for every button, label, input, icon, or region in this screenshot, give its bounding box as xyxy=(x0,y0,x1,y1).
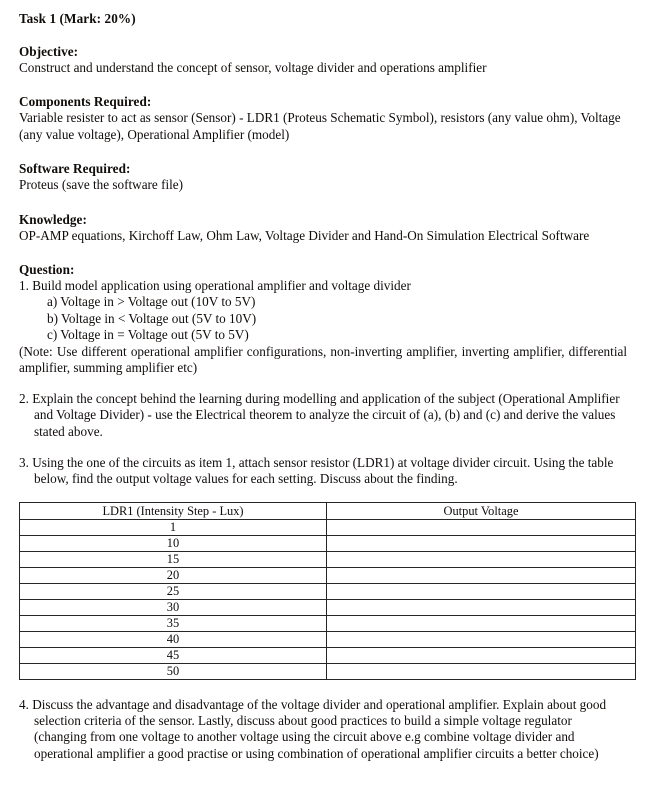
cell-ldr1-value: 40 xyxy=(19,630,327,648)
section-components-required: Components Required: Variable resister t… xyxy=(19,94,627,143)
table-row: 10 xyxy=(19,534,636,552)
ldr-output-voltage-table: LDR1 (Intensity Step - Lux) Output Volta… xyxy=(19,501,636,680)
cell-output-voltage[interactable] xyxy=(326,630,636,648)
section-heading-software-required: Software Required: xyxy=(19,161,131,177)
section-body-knowledge: OP-AMP equations, Kirchoff Law, Ohm Law,… xyxy=(19,227,590,243)
cell-ldr1-value: 15 xyxy=(19,550,327,568)
document-page: Task 1 (Mark: 20%) Objective: Construct … xyxy=(0,0,665,794)
question-item-1-sub-a: a) Voltage in > Voltage out (10V to 5V) xyxy=(47,294,256,310)
cell-output-voltage[interactable] xyxy=(326,566,636,584)
cell-output-voltage[interactable] xyxy=(326,614,636,632)
table-row: 20 xyxy=(19,566,636,584)
question-item-4: 4. Discuss the advantage and disadvantag… xyxy=(19,696,607,761)
table-row: 45 xyxy=(19,646,636,664)
section-heading-components-required: Components Required: xyxy=(19,94,152,110)
cell-ldr1-value: 50 xyxy=(19,662,327,680)
question-item-1-sub-c: c) Voltage in = Voltage out (5V to 5V) xyxy=(47,327,249,343)
cell-ldr1-value: 30 xyxy=(19,598,327,616)
cell-ldr1-value: 1 xyxy=(19,518,327,536)
table-row: 35 xyxy=(19,614,636,632)
table-body: 1 10 15 20 25 30 35 40 45 50 xyxy=(19,518,636,680)
table-row: 1 xyxy=(19,518,636,536)
section-body-objective: Construct and understand the concept of … xyxy=(19,60,487,75)
table-header-row: LDR1 (Intensity Step - Lux) Output Volta… xyxy=(19,501,636,520)
cell-ldr1-value: 45 xyxy=(19,646,327,664)
cell-ldr1-value: 35 xyxy=(19,614,327,632)
section-software-required: Software Required: Proteus (save the sof… xyxy=(19,161,627,193)
section-body-components-required: Variable resister to act as sensor (Sens… xyxy=(19,110,621,142)
table-row: 40 xyxy=(19,630,636,648)
cell-ldr1-value: 20 xyxy=(19,566,327,584)
cell-output-voltage[interactable] xyxy=(326,550,636,568)
cell-ldr1-value: 10 xyxy=(19,534,327,552)
cell-output-voltage[interactable] xyxy=(326,534,636,552)
page-title: Task 1 (Mark: 20%) xyxy=(19,11,136,26)
table-row: 25 xyxy=(19,582,636,600)
section-heading-objective: Objective: xyxy=(19,44,79,59)
cell-ldr1-value: 25 xyxy=(19,582,327,600)
question-item-1-note: (Note: Use different operational amplifi… xyxy=(19,343,627,376)
section-heading-knowledge: Knowledge: xyxy=(19,211,87,227)
section-question: Question: 1. Build model application usi… xyxy=(19,262,627,487)
table-header-ldr1: LDR1 (Intensity Step - Lux) xyxy=(19,501,327,520)
table-row: 30 xyxy=(19,598,636,616)
cell-output-voltage[interactable] xyxy=(326,662,636,680)
section-objective: Objective: Construct and understand the … xyxy=(19,44,627,76)
question-item-1-sub-b: b) Voltage in < Voltage out (5V to 10V) xyxy=(47,310,257,326)
question-list: 1. Build model application using operati… xyxy=(19,278,627,487)
question-item-2: 2. Explain the concept behind the learni… xyxy=(19,390,620,439)
table-row: 50 xyxy=(19,662,636,680)
table-header-output-voltage: Output Voltage xyxy=(326,501,636,520)
question-item-1-subitems: a) Voltage in > Voltage out (10V to 5V) … xyxy=(19,294,627,343)
cell-output-voltage[interactable] xyxy=(326,646,636,664)
ldr-output-voltage-table-wrapper: LDR1 (Intensity Step - Lux) Output Volta… xyxy=(19,501,636,680)
table-row: 15 xyxy=(19,550,636,568)
section-knowledge: Knowledge: OP-AMP equations, Kirchoff La… xyxy=(19,212,627,244)
section-heading-question: Question: xyxy=(19,262,75,278)
section-body-software-required: Proteus (save the software file) xyxy=(19,177,184,193)
question-item-1: 1. Build model application using operati… xyxy=(19,278,411,294)
cell-output-voltage[interactable] xyxy=(326,518,636,536)
cell-output-voltage[interactable] xyxy=(326,598,636,616)
question-item-4-wrapper: 4. Discuss the advantage and disadvantag… xyxy=(19,697,627,763)
cell-output-voltage[interactable] xyxy=(326,582,636,600)
question-item-3: 3. Using the one of the circuits as item… xyxy=(19,454,614,487)
table-head: LDR1 (Intensity Step - Lux) Output Volta… xyxy=(19,501,636,520)
